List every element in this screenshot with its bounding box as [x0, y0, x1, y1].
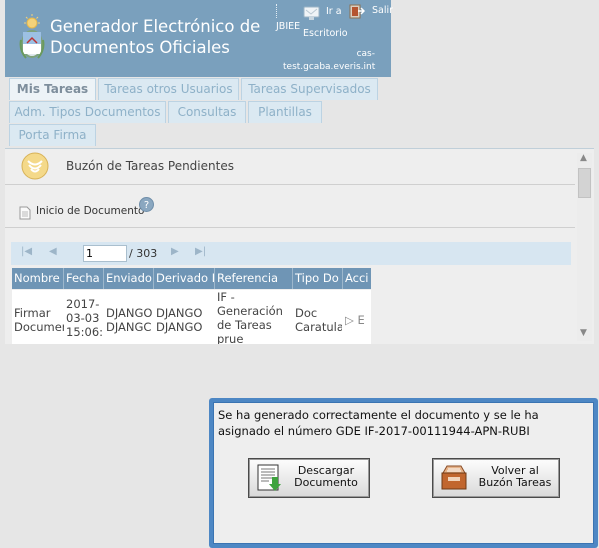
success-dialog: Se ha generado correctamente el document… [209, 398, 598, 548]
dialog-message: Se ha generado correctamente el document… [218, 408, 539, 438]
tab-adm-tipos-documentos[interactable]: Adm. Tipos Documentos [9, 101, 166, 123]
panel-divider [5, 227, 575, 228]
scroll-up-icon[interactable]: ▲ [580, 153, 587, 163]
first-page-button[interactable]: |◀ [21, 246, 32, 257]
help-icon[interactable]: ? [139, 197, 154, 212]
row-action-button[interactable]: ▷ E [345, 313, 371, 344]
app-title-line2: Documentos Oficiales [50, 38, 230, 57]
svg-text:?: ? [144, 200, 149, 211]
app-title-line1: Generador Electrónico de [50, 17, 261, 36]
inbox-icon [21, 152, 49, 180]
cell-fecha: 2017- 03-03 15:06: [66, 297, 104, 344]
page-total: / 303 [129, 247, 158, 260]
cell-enviado-line2: DJANGC [106, 320, 152, 334]
cell-fecha-line1: 2017- [66, 297, 100, 311]
cell-derivado: DJANGO DJANGO [156, 306, 214, 344]
pager: |◀ ◀ 1 / 303 ▶ ▶| [11, 242, 571, 265]
logout-link[interactable]: Salir [349, 3, 394, 21]
cell-tipo-line2: Caratula [295, 320, 342, 334]
table-row[interactable]: Firmar Documen 2017- 03-03 15:06: DJANGO… [12, 290, 371, 344]
column-header-fecha[interactable]: Fecha [64, 268, 104, 289]
column-header-acciones[interactable]: Acci [343, 268, 371, 289]
cell-nombre: Firmar Documen [14, 306, 64, 344]
server-name-line1: cas- [356, 49, 375, 59]
user-name: JBIEE [276, 21, 301, 32]
cell-referencia-line2: Generación [217, 304, 283, 318]
cell-referencia-line3: de Tareas [217, 318, 272, 332]
page-number-input[interactable]: 1 [83, 245, 127, 262]
cell-referencia-line4: prue [217, 332, 244, 344]
cell-tipo-line1: Doc [295, 306, 318, 320]
cell-enviado: DJANGO DJANGC [106, 306, 153, 344]
go-to-desktop-link[interactable]: Ir a Escritorio [303, 3, 351, 39]
panel-header: Buzón de Tareas Pendientes [5, 149, 575, 185]
desktop-icon [303, 6, 320, 20]
app-title: Generador Electrónico de Documentos Ofic… [50, 16, 260, 58]
column-header-tipo-documento[interactable]: Tipo Do [293, 268, 343, 289]
cell-referencia: IF - Generación de Tareas prue [217, 290, 291, 344]
scroll-thumb[interactable] [578, 168, 591, 198]
app-header: Generador Electrónico de Documentos Ofic… [5, 0, 394, 77]
previous-page-button[interactable]: ◀ [49, 246, 57, 257]
panel-title: Buzón de Tareas Pendientes [66, 159, 234, 173]
column-header-enviado[interactable]: Enviado [104, 268, 154, 289]
cell-derivado-line1: DJANGO [156, 306, 203, 320]
cell-nombre-line1: Firmar [14, 306, 51, 320]
scroll-down-icon[interactable]: ▼ [580, 328, 587, 338]
tab-tareas-otros-usuarios[interactable]: Tareas otros Usuarios [98, 78, 239, 100]
tab-consultas[interactable]: Consultas [168, 101, 246, 123]
download-document-icon [257, 464, 281, 491]
go-to-label: Ir a [326, 6, 342, 17]
cell-fecha-line2: 03-03 [66, 311, 100, 325]
main-panel: Buzón de Tareas Pendientes Inicio de Doc… [5, 148, 594, 344]
column-header-nombre[interactable]: Nombre [12, 268, 64, 289]
column-header-referencia[interactable]: Referencia [215, 268, 293, 289]
server-name-line2: test.gcaba.everis.int [283, 62, 376, 72]
tab-mis-tareas[interactable]: Mis Tareas [9, 78, 96, 100]
cell-fecha-line3: 15:06: [66, 325, 104, 339]
server-name: cas- test.gcaba.everis.int [283, 48, 375, 74]
logout-label: Salir [372, 5, 394, 16]
column-header-derivado[interactable]: Derivado P [154, 268, 215, 289]
user-info: JBIEE [276, 2, 300, 34]
vertical-scrollbar[interactable]: ▲ ▼ [577, 153, 592, 341]
download-label-line2: Documento [294, 476, 358, 489]
desktop-label: Escritorio [303, 28, 348, 39]
back-to-inbox-button[interactable]: Volver al Buzón Tareas [432, 458, 560, 498]
document-icon [19, 206, 31, 220]
cell-enviado-line1: DJANGO [106, 306, 153, 320]
start-document-link[interactable]: Inicio de Documento [36, 205, 144, 217]
grid-header: Nombre Fecha Enviado Derivado P Referenc… [12, 268, 371, 289]
cell-tipo-documento: Doc Caratula [295, 306, 342, 344]
exit-icon [349, 4, 365, 19]
argentina-coat-of-arms-icon [19, 14, 45, 59]
last-page-button[interactable]: ▶| [195, 246, 206, 257]
download-document-button[interactable]: Descargar Documento [248, 458, 370, 498]
back-to-inbox-label: Volver al Buzón Tareas [475, 465, 555, 489]
tab-porta-firma[interactable]: Porta Firma [9, 124, 96, 146]
download-document-label: Descargar Documento [289, 465, 363, 489]
back-label-line2: Buzón Tareas [478, 476, 552, 489]
cell-derivado-line2: DJANGO [156, 320, 203, 334]
cell-referencia-line1: IF - [217, 290, 235, 304]
tab-tareas-supervisados[interactable]: Tareas Supervisados [241, 78, 378, 100]
next-page-button[interactable]: ▶ [171, 246, 179, 257]
cell-nombre-line2: Documen [14, 320, 64, 334]
mailbox-tray-icon [441, 465, 467, 490]
user-separator [276, 4, 278, 18]
dialog-body: Se ha generado correctamente el document… [213, 402, 594, 544]
tab-plantillas[interactable]: Plantillas [248, 101, 322, 123]
